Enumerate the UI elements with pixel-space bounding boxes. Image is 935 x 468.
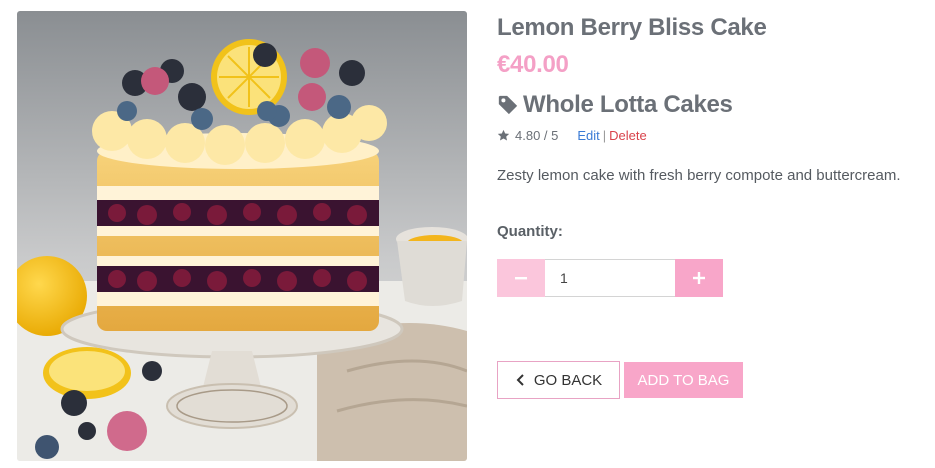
star-icon bbox=[497, 129, 510, 141]
minus-icon bbox=[515, 277, 527, 280]
delete-link[interactable]: Delete bbox=[609, 128, 647, 143]
rating-row: 4.80 / 5 Edit | Delete bbox=[497, 128, 647, 143]
edit-link[interactable]: Edit bbox=[577, 128, 599, 143]
action-buttons: GO BACK ADD TO BAG bbox=[497, 361, 743, 399]
quantity-label: Quantity: bbox=[497, 223, 563, 240]
product-image bbox=[17, 11, 467, 461]
plus-icon bbox=[693, 272, 705, 284]
quantity-input[interactable] bbox=[545, 259, 675, 297]
increment-button[interactable] bbox=[675, 259, 723, 297]
product-price: €40.00 bbox=[497, 51, 569, 78]
rating-value: 4.80 / 5 bbox=[515, 128, 559, 143]
go-back-button[interactable]: GO BACK bbox=[497, 361, 620, 399]
link-separator: | bbox=[602, 128, 607, 143]
product-title: Lemon Berry Bliss Cake bbox=[497, 14, 767, 41]
quantity-stepper bbox=[497, 259, 723, 297]
add-to-bag-button[interactable]: ADD TO BAG bbox=[624, 362, 743, 398]
tag-icon bbox=[498, 95, 518, 115]
vendor-name: Whole Lotta Cakes bbox=[523, 91, 733, 118]
product-vendor: Whole Lotta Cakes bbox=[497, 91, 733, 119]
chevron-left-icon bbox=[516, 374, 524, 386]
product-description: Zesty lemon cake with fresh berry compot… bbox=[497, 167, 901, 184]
decrement-button[interactable] bbox=[497, 259, 545, 297]
go-back-label: GO BACK bbox=[533, 371, 603, 389]
